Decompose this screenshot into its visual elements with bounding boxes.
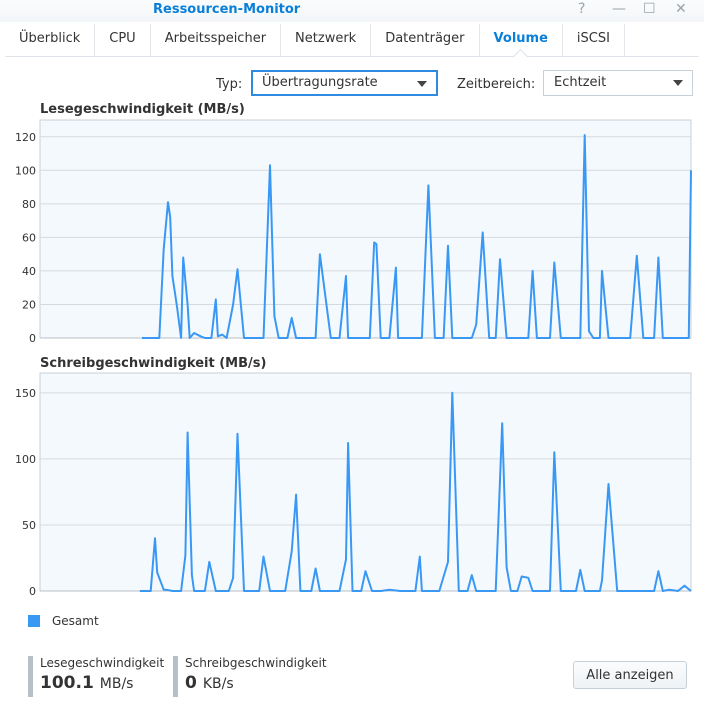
read-speed-unit: MB/s <box>99 676 134 692</box>
tab-datentraeger[interactable]: Datenträger <box>371 24 480 56</box>
maximize-icon[interactable]: ☐ <box>643 1 656 17</box>
tab-cpu[interactable]: CPU <box>95 24 151 56</box>
tab-bar: Überblick CPU Arbeitsspeicher Netzwerk D… <box>5 24 699 57</box>
legend-swatch <box>28 615 40 627</box>
plot-area <box>39 372 692 592</box>
range-select-value: Echtzeit <box>554 75 607 90</box>
tab-ueberblick[interactable]: Überblick <box>5 24 96 56</box>
y-tick-label: 150 <box>15 387 36 400</box>
window-title: Ressourcen-Monitor <box>153 2 301 17</box>
tab-iscsi[interactable]: iSCSI <box>563 24 625 56</box>
tab-netzwerk[interactable]: Netzwerk <box>281 24 372 56</box>
tab-arbeitsspeicher[interactable]: Arbeitsspeicher <box>151 24 282 56</box>
tab-volume[interactable]: Volume <box>480 24 563 56</box>
y-tick-label: 100 <box>15 453 36 466</box>
y-tick-label: 20 <box>22 298 36 311</box>
write-speed-label: Schreibgeschwindigkeit <box>185 656 327 670</box>
write-speed-value: 0 <box>185 673 197 693</box>
title-bar: Ressourcen-Monitor ? — ☐ ✕ <box>0 0 704 22</box>
type-label: Typ: <box>216 77 243 92</box>
y-tick-label: 0 <box>29 585 36 598</box>
range-label: Zeitbereich: <box>457 77 536 92</box>
write-speed-chart: 0 50 100 150 <box>15 372 692 598</box>
y-tick-label: 60 <box>22 231 36 244</box>
y-tick-label: 120 <box>15 131 36 144</box>
write-speed-unit: KB/s <box>202 676 234 692</box>
read-speed-stat: Lesegeschwindigkeit 100.1 MB/s <box>28 656 164 697</box>
close-icon[interactable]: ✕ <box>675 1 687 17</box>
y-tick-label: 40 <box>22 265 36 278</box>
minimize-icon[interactable]: — <box>612 1 626 17</box>
type-select[interactable]: Übertragungsrate <box>251 70 438 96</box>
legend-label: Gesamt <box>52 614 99 628</box>
type-select-value: Übertragungsrate <box>262 75 378 90</box>
y-tick-label: 100 <box>15 164 36 177</box>
show-all-button[interactable]: Alle anzeigen <box>573 661 687 689</box>
help-icon[interactable]: ? <box>578 1 585 17</box>
plot-area <box>39 119 692 339</box>
y-tick-label: 80 <box>22 198 36 211</box>
read-speed-chart: 0 20 40 60 80 100 120 <box>15 119 692 345</box>
y-tick-label: 50 <box>22 519 36 532</box>
chart-legend: Gesamt <box>28 614 99 628</box>
chevron-down-icon <box>673 80 683 86</box>
write-speed-stat: Schreibgeschwindigkeit 0 KB/s <box>173 656 327 697</box>
range-select[interactable]: Echtzeit <box>543 70 693 96</box>
read-speed-value: 100.1 <box>40 673 94 693</box>
y-tick-label: 0 <box>29 332 36 345</box>
chevron-down-icon <box>417 81 427 87</box>
read-speed-label: Lesegeschwindigkeit <box>40 656 165 670</box>
